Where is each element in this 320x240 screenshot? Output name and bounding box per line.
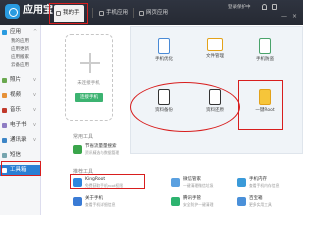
login-status[interactable]: 登录保护中	[228, 4, 251, 12]
tab-web-apps[interactable]: 网页应用	[137, 5, 169, 22]
phone-info-icon	[73, 197, 82, 206]
tool-phone-optimize[interactable]: 手机优化	[143, 38, 185, 63]
folder-icon	[207, 38, 223, 51]
recommended-tool-item[interactable]: 腾讯手管 安全防护一键清理	[171, 196, 231, 210]
toolbox-icon	[237, 197, 246, 206]
web-icon	[139, 11, 144, 16]
common-tool-item[interactable]: 节省流量量搜索 资讯精选与数据管理	[73, 144, 143, 158]
chevron-down-icon: v	[33, 137, 36, 143]
apps-icon	[2, 30, 7, 35]
tool-item-desc: 一键清理微信垃圾	[183, 183, 214, 188]
tab-label: 手机应用	[106, 10, 129, 16]
sidebar-item-music[interactable]: 音乐 v	[0, 105, 41, 116]
sidebar-item-video[interactable]: 视频 v	[0, 90, 41, 101]
minimize-button[interactable]: —	[281, 13, 287, 21]
memory-icon	[237, 178, 246, 187]
chevron-up-icon: ^	[33, 29, 38, 35]
video-icon	[2, 93, 7, 98]
sidebar-subitem-my-apps[interactable]: 我的应用	[0, 38, 41, 46]
wechat-cleaner-icon	[171, 178, 180, 187]
contacts-icon	[2, 138, 7, 143]
sidebar: 应用 ^ 我的应用 应用更新 应用搬家 云备应用 照片 v 视频 v 音乐 v …	[0, 25, 41, 215]
plus-icon	[80, 53, 100, 73]
connect-phone-button[interactable]: 连接手机	[75, 93, 103, 102]
tab-label: 网页应用	[146, 10, 169, 16]
chevron-down-icon: v	[33, 77, 36, 83]
chevron-down-icon: v	[33, 122, 36, 128]
tool-item-desc: 安全防护一键清理	[183, 202, 214, 207]
photo-icon	[2, 78, 7, 83]
sidebar-item-ebooks[interactable]: 电子书 v	[0, 120, 41, 131]
message-icon	[2, 153, 7, 158]
tab-phone-apps[interactable]: 手机应用	[97, 5, 129, 22]
annotation-highlight	[70, 174, 145, 189]
tool-label: 文件管理	[206, 54, 224, 59]
recommended-tool-item[interactable]: 关于手机 查看手机详细信息	[73, 196, 143, 210]
sidebar-item-label: 应用	[10, 29, 22, 35]
sidebar-item-photos[interactable]: 照片 v	[0, 75, 41, 86]
sidebar-subitem-app-move[interactable]: 应用搬家	[0, 54, 41, 62]
sidebar-item-label: 通讯录	[10, 137, 27, 143]
annotation-circle	[130, 82, 240, 132]
chevron-down-icon: v	[33, 107, 36, 113]
tool-item-desc: 查看手机详细信息	[85, 202, 116, 207]
music-icon	[2, 108, 7, 113]
annotation-highlight	[238, 80, 283, 130]
tool-item-desc: 查看手机内存信息	[249, 183, 280, 188]
security-icon	[171, 197, 180, 206]
sidebar-item-label: 电子书	[10, 122, 27, 128]
recommended-tool-item[interactable]: 百宝箱 更多实用工具	[237, 196, 297, 210]
sidebar-item-sms[interactable]: 短信	[0, 150, 41, 161]
sidebar-item-contacts[interactable]: 通讯录 v	[0, 135, 41, 146]
app-logo-icon	[5, 4, 20, 19]
tab-separator	[133, 8, 134, 18]
apps-icon	[99, 11, 104, 16]
tool-file-manager[interactable]: 文件管理	[194, 38, 236, 60]
tool-anti-theft[interactable]: 手机防盗	[244, 38, 286, 63]
sidebar-subitem-cloud-apps[interactable]: 云备应用	[0, 62, 41, 70]
menu-icon[interactable]	[272, 4, 277, 10]
book-icon	[2, 123, 7, 128]
sidebar-item-label: 视频	[10, 92, 22, 98]
sidebar-item-label: 音乐	[10, 107, 22, 113]
recommended-tool-item[interactable]: 手机内存 查看手机内存信息	[237, 177, 297, 191]
shield-phone-icon	[259, 38, 271, 54]
sidebar-subitem-app-updates[interactable]: 应用更新	[0, 46, 41, 54]
sidebar-item-label: 照片	[10, 77, 22, 83]
traffic-icon	[73, 145, 82, 154]
tool-item-desc: 资讯精选与数据管理	[85, 150, 120, 155]
sidebar-item-label: 短信	[10, 152, 22, 158]
tool-label: 手机防盗	[256, 57, 274, 62]
annotation-highlight	[49, 3, 88, 24]
sidebar-item-apps[interactable]: 应用 ^	[0, 27, 41, 38]
tool-item-desc: 更多实用工具	[249, 202, 272, 207]
close-button[interactable]: ×	[292, 13, 297, 21]
phone-status: 未连接手机	[77, 81, 100, 86]
tab-separator	[92, 8, 93, 18]
phone-placeholder-card: 未连接手机 连接手机	[65, 34, 113, 121]
tool-label: 手机优化	[155, 57, 173, 62]
recommended-tool-item[interactable]: 微信管家 一键清理微信垃圾	[171, 177, 231, 191]
chevron-down-icon: v	[33, 92, 36, 98]
phone-optimize-icon	[158, 38, 170, 54]
annotation-highlight	[1, 161, 41, 176]
section-common-tools: 常用工具	[73, 134, 94, 140]
title-bar: 应用宝 我的手机 手机应用 网页应用 登录保护中 — ×	[0, 0, 303, 33]
bell-icon[interactable]	[262, 4, 267, 10]
